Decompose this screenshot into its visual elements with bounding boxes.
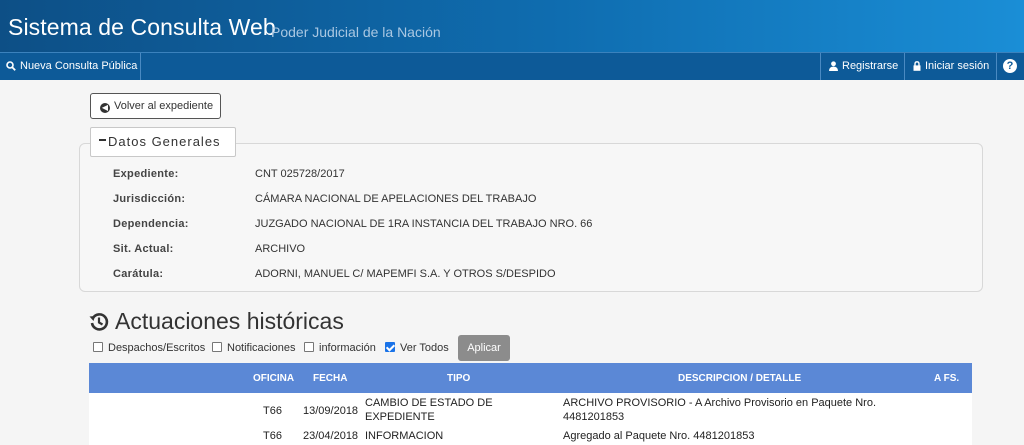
iniciar-sesion-link[interactable]: Iniciar sesión: [904, 53, 996, 80]
minus-icon: [99, 139, 106, 141]
notificaciones-checkbox[interactable]: [212, 342, 222, 352]
filter-despachos[interactable]: Despachos/Escritos: [93, 342, 205, 354]
arrow-left-circle-icon: ◀: [100, 103, 110, 113]
cell-tipo-2: EXPEDIENTE: [365, 411, 435, 423]
search-icon: [6, 61, 16, 71]
despachos-checkbox[interactable]: [93, 342, 103, 352]
actuaciones-title: Actuaciones históricas: [89, 308, 344, 335]
registrarse-link[interactable]: Registrarse: [820, 53, 904, 80]
col-fecha[interactable]: FECHA: [313, 373, 347, 384]
volver-label: Volver al expediente: [114, 100, 214, 112]
filter-label: información: [319, 342, 376, 354]
cell-fecha: 13/09/2018: [303, 405, 359, 417]
aplicar-button[interactable]: Aplicar: [458, 335, 510, 361]
dependencia-value: JUZGADO NACIONAL DE 1RA INSTANCIA DEL TR…: [255, 218, 593, 230]
cell-fecha: 23/04/2018: [303, 430, 359, 442]
jurisdiccion-value: CÁMARA NACIONAL DE APELACIONES DEL TRABA…: [255, 193, 537, 205]
jurisdiccion-label: Jurisdicción:: [113, 193, 186, 205]
filter-ver-todos[interactable]: Ver Todos: [385, 342, 449, 354]
lock-icon: [913, 61, 921, 71]
iniciar-sesion-label: Iniciar sesión: [925, 60, 990, 72]
cell-descripcion-2: 4481201853: [563, 411, 625, 423]
expediente-value: CNT 025728/2017: [255, 168, 345, 180]
cell-tipo: INFORMACION: [365, 430, 444, 442]
filter-notificaciones[interactable]: Notificaciones: [212, 342, 295, 354]
actuaciones-title-text: Actuaciones históricas: [115, 308, 344, 334]
filter-label: Notificaciones: [227, 342, 296, 354]
expediente-label: Expediente:: [113, 168, 179, 180]
cell-descripcion: ARCHIVO PROVISORIO - A Archivo Provisori…: [563, 397, 877, 409]
app-header: Sistema de Consulta Web Poder Judicial d…: [0, 0, 1024, 52]
cell-oficina: T66: [263, 430, 282, 442]
dependencia-label: Dependencia:: [113, 218, 189, 230]
filter-label: Despachos/Escritos: [108, 342, 206, 354]
app-subtitle: Poder Judicial de la Nación: [271, 24, 441, 40]
table-row[interactable]: T66 23/04/2018 INFORMACION Agregado al P…: [89, 429, 972, 445]
sit-actual-label: Sit. Actual:: [113, 243, 174, 255]
col-tipo[interactable]: TIPO: [447, 373, 470, 384]
caratula-label: Carátula:: [113, 268, 164, 280]
user-icon: [829, 61, 838, 72]
cell-descripcion: Agregado al Paquete Nro. 4481201853: [563, 430, 755, 442]
app-title: Sistema de Consulta Web: [8, 14, 276, 40]
cell-oficina: T66: [263, 405, 282, 417]
datos-generales-legend: Datos Generales: [108, 134, 221, 149]
table-header: OFICINA FECHA TIPO DESCRIPCION / DETALLE…: [89, 363, 972, 393]
col-afs[interactable]: A FS.: [934, 373, 959, 384]
volver-button[interactable]: ◀ Volver al expediente: [90, 93, 221, 119]
col-descripcion[interactable]: DESCRIPCION / DETALLE: [678, 373, 801, 384]
nueva-consulta-label: Nueva Consulta Pública: [20, 60, 138, 72]
top-navbar: Nueva Consulta Pública Registrarse Inici…: [0, 52, 1024, 80]
informacion-checkbox[interactable]: [304, 342, 314, 352]
nueva-consulta-link[interactable]: Nueva Consulta Pública: [0, 53, 141, 80]
help-button[interactable]: ?: [996, 53, 1024, 80]
question-icon: ?: [1003, 59, 1017, 73]
registrarse-label: Registrarse: [842, 60, 899, 72]
table-row[interactable]: T66 13/09/2018 CAMBIO DE ESTADO DE EXPED…: [89, 397, 972, 427]
sit-actual-value: ARCHIVO: [255, 243, 306, 255]
col-oficina[interactable]: OFICINA: [253, 373, 294, 384]
datos-generales-toggle[interactable]: Datos Generales: [90, 127, 236, 157]
ver-todos-checkbox[interactable]: [385, 342, 395, 352]
cell-tipo: CAMBIO DE ESTADO DE: [365, 397, 493, 409]
actuaciones-table: OFICINA FECHA TIPO DESCRIPCION / DETALLE…: [89, 363, 972, 445]
caratula-value: ADORNI, MANUEL C/ MAPEMFI S.A. Y OTROS S…: [255, 268, 556, 280]
history-icon: [89, 313, 109, 331]
filter-informacion[interactable]: información: [304, 342, 376, 354]
filter-label: Ver Todos: [400, 342, 449, 354]
